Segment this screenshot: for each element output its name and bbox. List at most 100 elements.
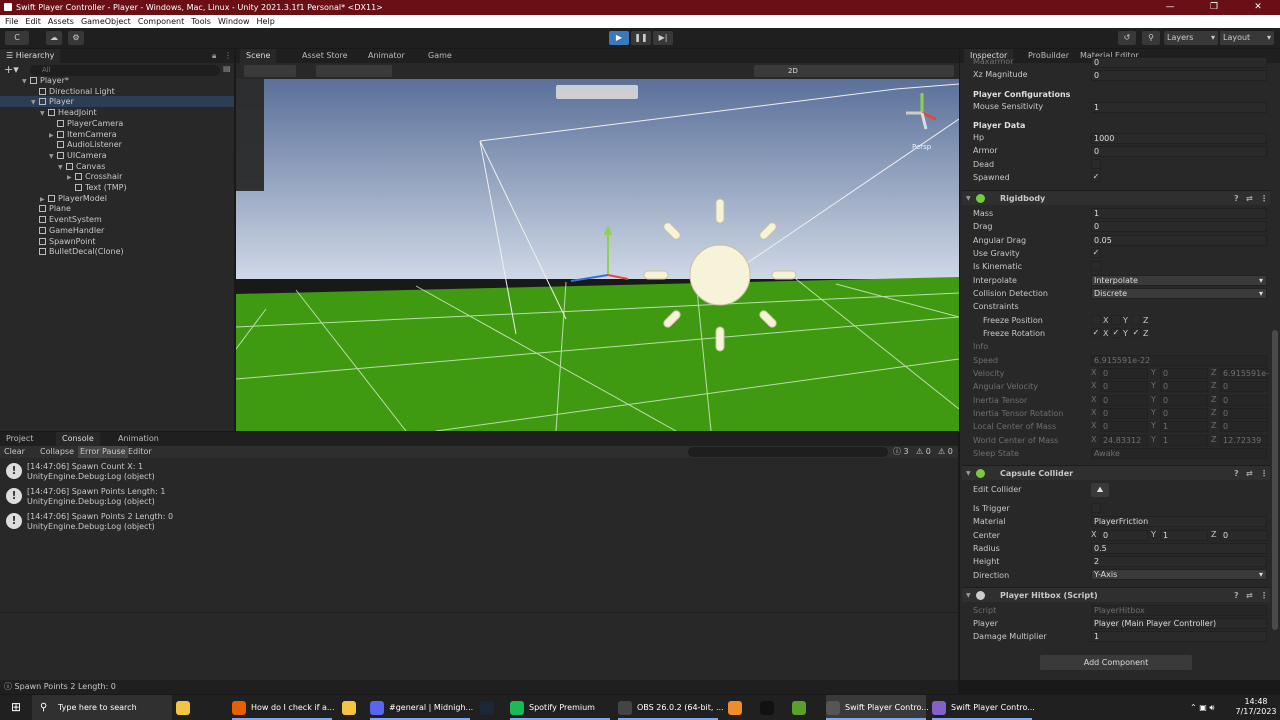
fl-studio-icon[interactable] — [728, 695, 750, 720]
sleep-state-field[interactable]: Awake — [1091, 448, 1267, 459]
preset-icon[interactable]: ⇄ — [1246, 466, 1253, 481]
tab-animator[interactable]: Animator — [362, 49, 411, 63]
spawned-checkbox[interactable]: ✓ — [1091, 172, 1101, 182]
hierarchy-item[interactable]: ▼ Canvas — [0, 161, 234, 172]
menu-item-window[interactable]: Window — [218, 17, 250, 26]
max-armor-field[interactable]: 0 — [1091, 57, 1267, 68]
files-icon[interactable] — [342, 695, 364, 720]
player-field[interactable]: Player (Main Player Controller) — [1091, 618, 1267, 629]
tab-scene[interactable]: Scene — [240, 49, 277, 63]
tab-animation[interactable]: Animation — [112, 432, 165, 446]
is-trigger-checkbox[interactable] — [1091, 503, 1101, 513]
player-hitbox-component[interactable]: ▼ Player Hitbox (Script)? ⇄ ⋮ — [962, 587, 1270, 602]
notepad-icon[interactable] — [792, 695, 814, 720]
layers-dropdown[interactable]: Layers ▾ — [1164, 31, 1218, 45]
tray-icons[interactable]: ⌃ ▣ 🔊︎ — [1190, 695, 1230, 720]
play-button[interactable]: ▶ — [609, 31, 629, 45]
hp-field[interactable]: 1000 — [1091, 133, 1267, 144]
taskbar-app-button[interactable]: #general | Midnigh... — [370, 695, 473, 720]
view-2d-toggle[interactable]: 2D — [788, 65, 798, 77]
taskbar-app-button[interactable]: Swift Player Contro... — [826, 695, 929, 720]
freeze-rotation-y-checkbox[interactable]: ✓ — [1111, 328, 1121, 338]
menu-item-help[interactable]: Help — [257, 17, 275, 26]
taskbar-app-button[interactable]: Swift Player Contro... — [932, 695, 1035, 720]
hierarchy-item[interactable]: ▼ Player* — [0, 75, 234, 86]
info-count[interactable]: ⓘ 3 — [893, 446, 909, 458]
hierarchy-item[interactable]: ▼ UICamera — [0, 150, 234, 161]
damage-multiplier-field[interactable]: 1 — [1091, 631, 1267, 642]
edit-collider-button[interactable]: ⛰ — [1091, 483, 1109, 497]
menu-item-gameobject[interactable]: GameObject — [81, 17, 131, 26]
hierarchy-item[interactable]: PlayerCamera — [0, 118, 234, 129]
warn-count[interactable]: ⚠ 0 — [916, 446, 931, 458]
rigidbody-component[interactable]: ▼ Rigidbody? ⇄ ⋮ — [962, 190, 1270, 205]
freeze-position-y-checkbox[interactable] — [1111, 315, 1121, 325]
freeze-position-x-checkbox[interactable] — [1091, 315, 1101, 325]
armor-field[interactable]: 0 — [1091, 146, 1267, 157]
mass-field[interactable]: 1 — [1091, 208, 1267, 219]
tab-project[interactable]: Project — [0, 432, 39, 446]
collab-icon[interactable]: ⚙ — [68, 31, 84, 45]
layout-dropdown[interactable]: Layout ▾ — [1220, 31, 1274, 45]
tab-game[interactable]: Game — [422, 49, 458, 63]
xz-magnitude-field[interactable]: 0 — [1091, 70, 1267, 81]
hierarchy-item[interactable]: AudioListener — [0, 139, 234, 150]
menu-item-component[interactable]: Component — [138, 17, 184, 26]
maximize-button[interactable]: ❐ — [1192, 0, 1236, 15]
windows-start-icon[interactable]: ⊞ — [0, 695, 32, 720]
height-field[interactable]: 2 — [1091, 556, 1267, 567]
material-field[interactable]: PlayerFriction — [1091, 516, 1267, 527]
clock[interactable]: 14:48 7/17/2023 — [1234, 695, 1278, 720]
taskbar-app-button[interactable]: Spotify Premium — [510, 695, 610, 720]
inspector-scrollbar[interactable] — [1272, 330, 1278, 630]
capsule-collider-component[interactable]: ▼ Capsule Collider? ⇄ ⋮ — [962, 465, 1270, 480]
close-button[interactable]: ✕ — [1236, 0, 1280, 15]
search-icon[interactable]: ⚲ — [1142, 31, 1160, 45]
freeze-rotation-z-checkbox[interactable]: ✓ — [1131, 328, 1141, 338]
dead-checkbox[interactable] — [1091, 159, 1101, 169]
speed-field[interactable]: 6.915591e-22 — [1091, 355, 1267, 366]
drag-field[interactable]: 0 — [1091, 221, 1267, 232]
console-editor-button[interactable]: Editor — [126, 446, 154, 458]
help-icon[interactable]: ? — [1234, 466, 1239, 481]
cloud-icon[interactable]: ☁ — [46, 31, 62, 45]
console-collapse-button[interactable]: Collapse — [38, 446, 76, 458]
preset-icon[interactable]: ⇄ — [1246, 191, 1253, 206]
hierarchy-item[interactable]: ▶ ItemCamera — [0, 129, 234, 140]
is-kinematic-checkbox[interactable] — [1091, 261, 1101, 271]
terminal-icon[interactable] — [760, 695, 782, 720]
more-options-icon[interactable]: ⋮ — [1260, 191, 1268, 206]
add-component-button[interactable]: Add Component — [1040, 655, 1192, 670]
transform-tools[interactable] — [244, 65, 296, 77]
console-log-entry[interactable]: ! [14:47:06] Spawn Points Length: 1 UnityE… — [0, 485, 958, 510]
file-explorer-icon[interactable] — [176, 695, 198, 720]
taskbar-search-input[interactable]: ⚲ Type here to search — [32, 695, 172, 720]
hierarchy-item[interactable]: Directional Light — [0, 86, 234, 97]
pause-button[interactable]: ❚❚ — [631, 31, 651, 45]
tab-asset-store[interactable]: Asset Store — [296, 49, 354, 63]
hierarchy-item[interactable]: Plane — [0, 203, 234, 214]
hierarchy-item[interactable]: ▼ HeadJoint — [0, 107, 234, 118]
menu-item-tools[interactable]: Tools — [191, 17, 211, 26]
center-x[interactable]: 0 — [1100, 530, 1148, 541]
menu-item-edit[interactable]: Edit — [25, 17, 41, 26]
direction-dropdown[interactable]: Y-Axis ▾ — [1091, 569, 1267, 580]
tab-inspector[interactable]: Inspector — [964, 49, 1014, 63]
freeze-position-z-checkbox[interactable] — [1131, 315, 1141, 325]
console-error-pause-button[interactable]: Error Pause — [78, 446, 128, 458]
mouse-sensitivity-field[interactable]: 1 — [1091, 102, 1267, 113]
tab-console[interactable]: Console — [56, 432, 100, 446]
collision-detection-dropdown[interactable]: Discrete ▾ — [1091, 288, 1267, 299]
radius-field[interactable]: 0.5 — [1091, 543, 1267, 554]
hierarchy-item[interactable]: ▶ Crosshair — [0, 171, 234, 182]
hierarchy-item[interactable]: Text (TMP) — [0, 182, 234, 193]
angular-drag-field[interactable]: 0.05 — [1091, 235, 1267, 246]
hierarchy-item[interactable]: SpawnPoint — [0, 236, 234, 247]
center-y[interactable]: 1 — [1160, 530, 1208, 541]
hierarchy-item[interactable]: EventSystem — [0, 214, 234, 225]
menu-item-assets[interactable]: Assets — [48, 17, 74, 26]
help-icon[interactable]: ? — [1234, 191, 1239, 206]
scene-viewport[interactable]: Persp — [236, 79, 959, 431]
tab-probuilder[interactable]: ProBuilder — [1022, 49, 1075, 63]
step-button[interactable]: ▶| — [653, 31, 673, 45]
